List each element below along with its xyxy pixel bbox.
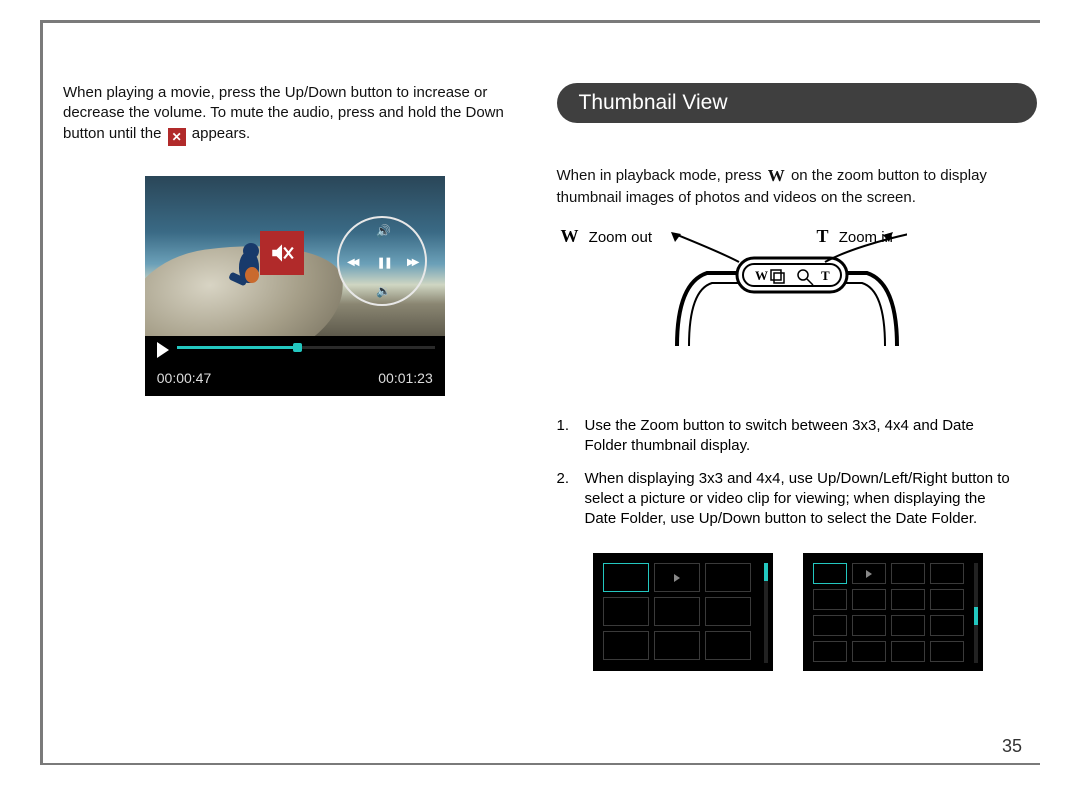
thumb-cell: [891, 641, 925, 662]
right-column: Thumbnail View When in playback mode, pr…: [557, 83, 1021, 763]
left-column: When playing a movie, press the Up/Down …: [63, 83, 527, 763]
para-text-before: When playing a movie, press the Up/Down …: [63, 84, 504, 142]
list-number: 1.: [557, 416, 575, 457]
thumbnail-3x3-panel: [593, 553, 773, 671]
dpad-overlay: [337, 216, 427, 306]
page-frame: When playing a movie, press the Up/Down …: [40, 20, 1040, 765]
thumb-cell-video: [852, 563, 886, 584]
thumb-cell: [930, 615, 964, 636]
dpad-rewind-icon: [341, 252, 363, 274]
w-glyph-inline: W: [768, 165, 785, 188]
thumb-cell-video: [654, 563, 700, 592]
instruction-list: 1. Use the Zoom button to switch between…: [557, 416, 1021, 529]
thumb-cell: [852, 615, 886, 636]
dpad-pause-icon: [373, 252, 395, 274]
thumbnail-panels: [557, 553, 1021, 671]
zoom-out-text: Zoom out: [589, 229, 652, 246]
svg-text:T: T: [821, 268, 830, 283]
para-text-after: appears.: [192, 125, 250, 142]
thumb-cell: [705, 563, 751, 592]
dpad-volume-down-icon: [373, 280, 395, 302]
page-number: 35: [1002, 736, 1022, 757]
camera-top-illustration: W T: [667, 228, 907, 348]
mute-overlay-icon: [260, 231, 304, 275]
scrollbar-thumb: [764, 563, 768, 581]
progress-handle: [293, 343, 302, 352]
progress-track: [177, 346, 435, 349]
thumb-cell: [603, 631, 649, 660]
dpad-volume-up-icon: [373, 220, 395, 242]
zoom-diagram: W Zoom out T Zoom in W T: [557, 226, 1021, 356]
camera-lcd-illustration: 00:00:47 00:01:23: [145, 176, 445, 396]
dpad-forward-icon: [401, 252, 423, 274]
play-icon: [157, 342, 169, 358]
scrollbar: [974, 563, 978, 663]
scrollbar-thumb: [974, 607, 978, 625]
thumbnail-4x4-panel: [803, 553, 983, 671]
progress-fill: [177, 346, 293, 349]
thumb-cell: [813, 615, 847, 636]
svg-text:W: W: [755, 268, 768, 283]
thumb-cell: [930, 641, 964, 662]
section-heading: Thumbnail View: [557, 83, 1037, 123]
thumb-cell: [930, 563, 964, 584]
thumb-cell: [891, 563, 925, 584]
thumb-cell-selected: [813, 563, 847, 584]
scrollbar: [764, 563, 768, 663]
thumb-cell: [603, 597, 649, 626]
thumb-cell-selected: [603, 563, 649, 592]
list-number: 2.: [557, 469, 575, 530]
time-total: 00:01:23: [378, 370, 433, 386]
thumb-cell: [705, 597, 751, 626]
thumb-cell: [813, 641, 847, 662]
lcd-progress-bar-area: 00:00:47 00:01:23: [145, 336, 445, 396]
movie-volume-paragraph: When playing a movie, press the Up/Down …: [63, 83, 527, 146]
thumb-cell: [654, 597, 700, 626]
zoom-out-label: W Zoom out: [561, 226, 653, 247]
intro-before: When in playback mode, press: [557, 167, 762, 184]
list-text: When displaying 3x3 and 4x4, use Up/Down…: [585, 469, 1021, 530]
thumb-cell: [705, 631, 751, 660]
thumb-cell: [813, 589, 847, 610]
thumb-cell: [654, 631, 700, 660]
list-text: Use the Zoom button to switch between 3x…: [585, 416, 1021, 457]
thumb-cell: [852, 589, 886, 610]
w-glyph: W: [561, 226, 579, 246]
mute-icon: [168, 128, 186, 146]
time-elapsed: 00:00:47: [157, 370, 212, 386]
list-item: 2. When displaying 3x3 and 4x4, use Up/D…: [557, 469, 1021, 530]
thumb-cell: [852, 641, 886, 662]
thumbnail-intro: When in playback mode, press W on the zo…: [557, 165, 1021, 208]
thumb-cell: [930, 589, 964, 610]
thumb-cell: [891, 615, 925, 636]
lcd-photo-area: [145, 176, 445, 336]
thumb-cell: [891, 589, 925, 610]
list-item: 1. Use the Zoom button to switch between…: [557, 416, 1021, 457]
